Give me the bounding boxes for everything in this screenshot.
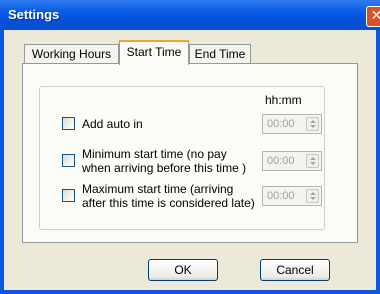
minimum-start-time-spinner[interactable]: 00:00 bbox=[262, 151, 322, 171]
minimum-start-time-label-line2: when arriving before this time ) bbox=[82, 161, 247, 175]
spin-arrows-icon[interactable] bbox=[306, 189, 319, 203]
spin-arrows-icon[interactable] bbox=[306, 154, 319, 168]
tab-end-time[interactable]: End Time bbox=[189, 44, 251, 64]
maximum-start-time-spinner[interactable]: 00:00 bbox=[262, 186, 322, 206]
cancel-button[interactable]: Cancel bbox=[260, 259, 330, 281]
minimum-start-time-value: 00:00 bbox=[267, 155, 295, 167]
window-title: Settings bbox=[8, 7, 60, 22]
maximum-start-time-label-line2: after this time is considered late) bbox=[82, 196, 255, 210]
tab-start-time[interactable]: Start Time bbox=[119, 40, 189, 65]
maximum-start-time-checkbox[interactable] bbox=[62, 189, 75, 202]
spin-arrows-icon[interactable] bbox=[306, 117, 319, 131]
start-time-group: hh:mm Add auto in 00:00 Minimum start ti… bbox=[39, 86, 325, 230]
time-column-header: hh:mm bbox=[265, 93, 302, 107]
minimum-start-time-checkbox[interactable] bbox=[62, 154, 75, 167]
title-bar[interactable]: Settings ✕ bbox=[0, 0, 380, 30]
ok-button[interactable]: OK bbox=[148, 259, 218, 281]
add-auto-in-label: Add auto in bbox=[82, 117, 143, 131]
settings-window: Settings ✕ Working Hours Start Time End … bbox=[0, 0, 380, 294]
auto-in-time-spinner[interactable]: 00:00 bbox=[262, 114, 322, 134]
tab-working-hours[interactable]: Working Hours bbox=[24, 44, 119, 64]
maximum-start-time-value: 00:00 bbox=[267, 190, 295, 202]
close-icon[interactable]: ✕ bbox=[366, 6, 380, 27]
auto-in-time-value: 00:00 bbox=[267, 118, 295, 130]
maximum-start-time-label-line1: Maximum start time (arriving bbox=[82, 182, 234, 196]
add-auto-in-checkbox[interactable] bbox=[62, 117, 75, 130]
minimum-start-time-label-line1: Minimum start time (no pay bbox=[82, 147, 227, 161]
dialog-body: Working Hours Start Time End Time hh:mm … bbox=[4, 30, 376, 290]
start-time-panel: hh:mm Add auto in 00:00 Minimum start ti… bbox=[22, 63, 358, 243]
